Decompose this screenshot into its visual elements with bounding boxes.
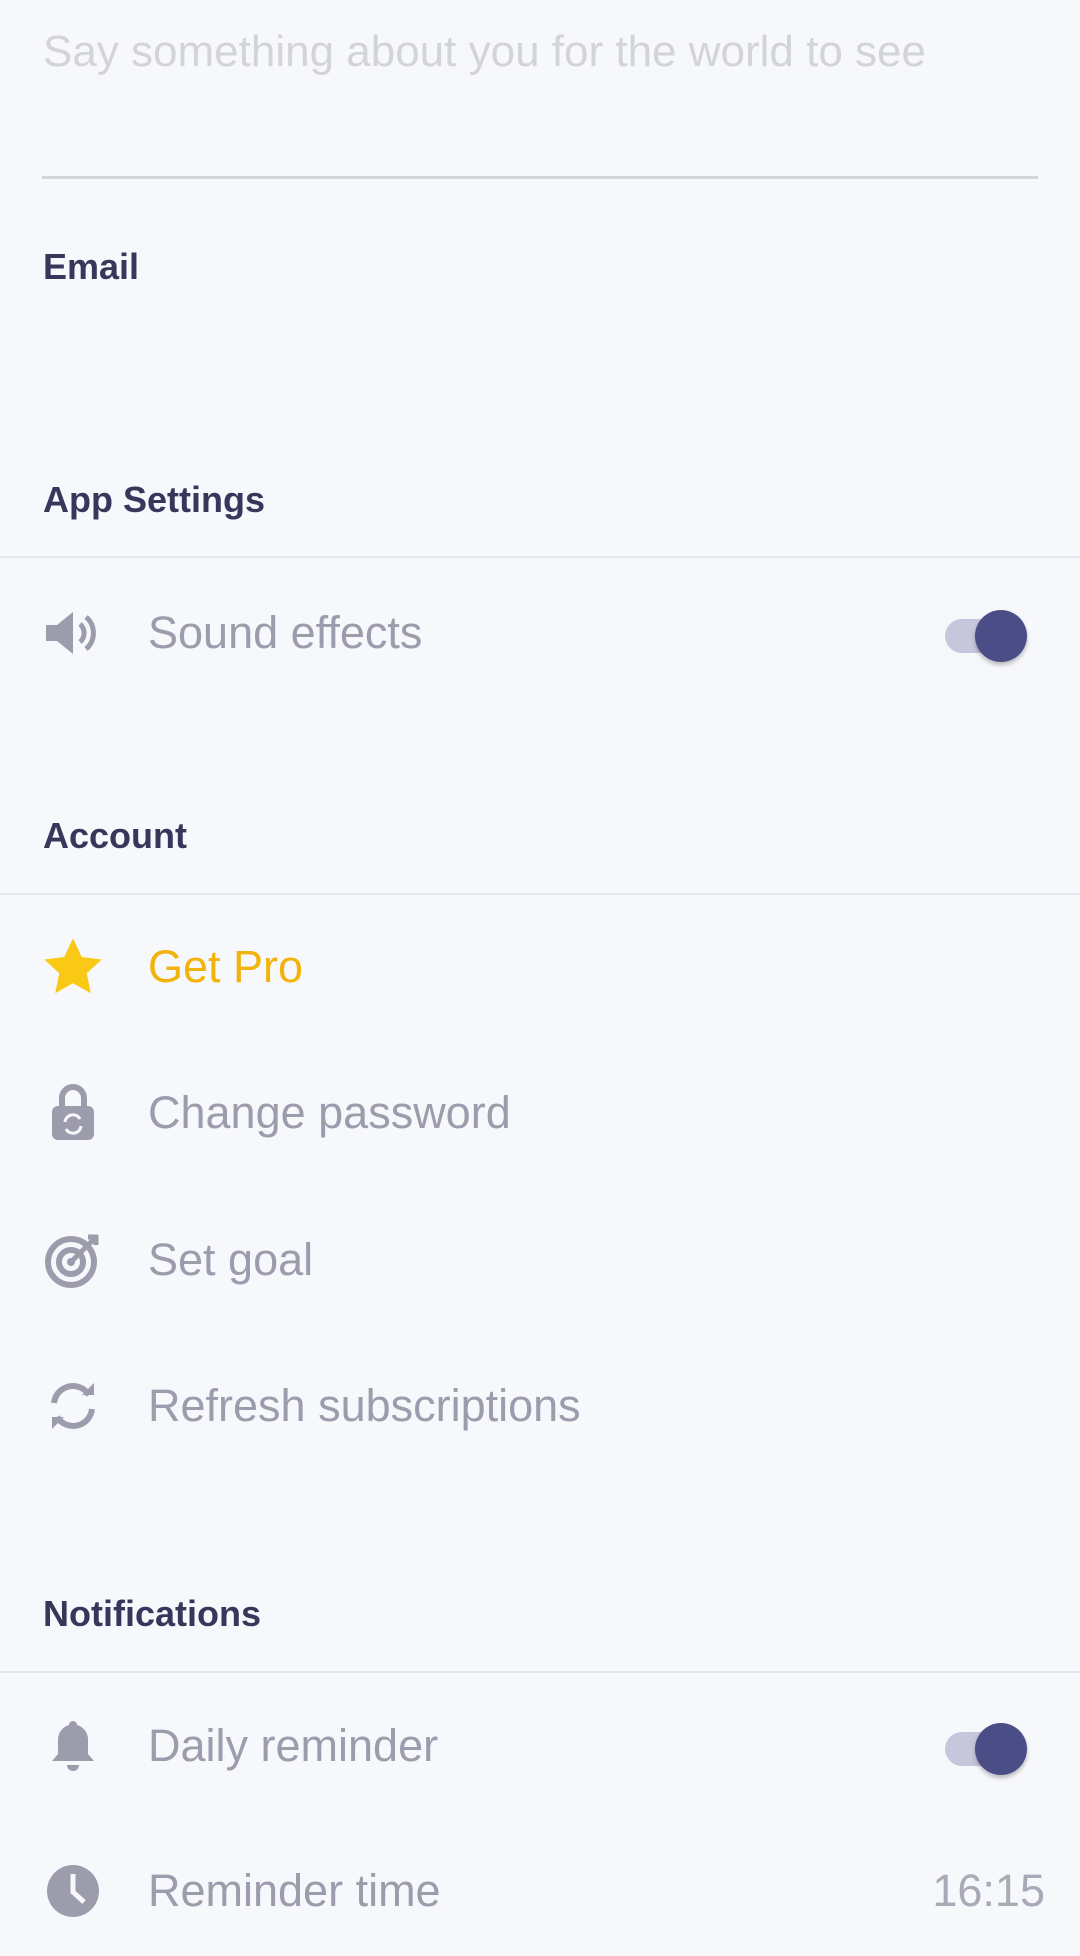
reminder-time-row[interactable]: Reminder time 16:15	[0, 1841, 1080, 1941]
sound-effects-label: Sound effects	[148, 607, 423, 658]
change-password-row[interactable]: Change password	[0, 1063, 1080, 1163]
speaker-icon	[43, 603, 103, 663]
daily-reminder-label: Daily reminder	[148, 1720, 439, 1771]
daily-reminder-toggle[interactable]	[945, 1716, 1030, 1776]
refresh-icon	[43, 1376, 103, 1436]
reminder-time-label: Reminder time	[148, 1865, 441, 1916]
refresh-subscriptions-row[interactable]: Refresh subscriptions	[0, 1356, 1080, 1456]
get-pro-label: Get Pro	[148, 941, 304, 992]
target-icon	[43, 1230, 103, 1290]
set-goal-label: Set goal	[148, 1234, 314, 1285]
bell-icon	[43, 1716, 103, 1776]
clock-icon	[43, 1861, 103, 1921]
sound-effects-toggle[interactable]	[945, 603, 1030, 663]
lock-refresh-icon	[43, 1083, 103, 1143]
section-app-settings: App Settings	[43, 479, 265, 520]
star-icon	[43, 937, 103, 997]
divider	[0, 1671, 1080, 1673]
get-pro-row[interactable]: Get Pro	[0, 917, 1080, 1017]
email-value	[43, 305, 343, 355]
set-goal-row[interactable]: Set goal	[0, 1210, 1080, 1310]
change-password-label: Change password	[148, 1087, 511, 1138]
refresh-subscriptions-label: Refresh subscriptions	[148, 1380, 581, 1431]
email-label: Email	[43, 246, 140, 287]
reminder-time-value[interactable]: 16:15	[932, 1865, 1045, 1917]
bio-input[interactable]: Say something about you for the world to…	[43, 14, 1043, 90]
sound-effects-row[interactable]: Sound effects	[0, 583, 1080, 683]
section-notifications: Notifications	[43, 1593, 262, 1634]
divider	[0, 556, 1080, 558]
bio-input-underline	[42, 176, 1038, 179]
divider	[0, 893, 1080, 895]
daily-reminder-row[interactable]: Daily reminder	[0, 1696, 1080, 1796]
section-account: Account	[43, 815, 187, 856]
